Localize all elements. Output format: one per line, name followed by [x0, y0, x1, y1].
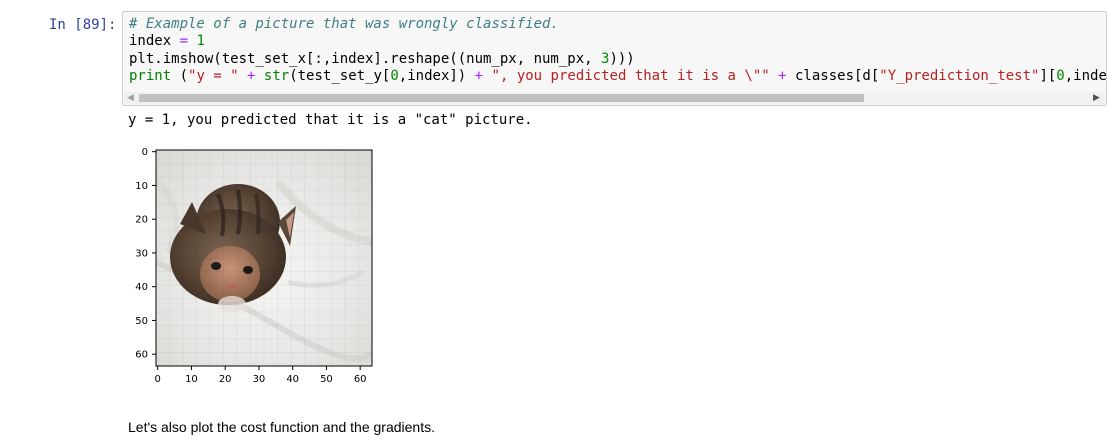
y-tick-label: 20 — [135, 215, 148, 226]
code-line[interactable]: # Example of a picture that was wrongly … — [129, 16, 1106, 33]
code-token: ,index]) — [398, 67, 475, 84]
horizontal-scrollbar[interactable]: ◀ ▶ — [124, 92, 1105, 104]
code-token: 1 — [196, 33, 205, 50]
code-token: ,inde — [1064, 67, 1107, 84]
code-token: ))) — [609, 50, 635, 67]
x-tick-label: 50 — [320, 374, 333, 385]
x-tick-label: 30 — [253, 374, 266, 385]
code-token: "Y_prediction_test" — [879, 67, 1040, 84]
x-tick-label: 0 — [155, 374, 161, 385]
x-tick-label: 40 — [286, 374, 299, 385]
markdown-cell-text: Let's also plot the cost function and th… — [128, 419, 435, 435]
x-tick-label: 60 — [354, 374, 367, 385]
y-tick-label: 10 — [135, 181, 148, 192]
code-line[interactable]: print ("y = " + str(test_set_y[0,index])… — [129, 67, 1107, 85]
notebook: In [89]: # Example of a picture that was… — [0, 0, 1120, 446]
code-token: 0 — [1056, 67, 1065, 84]
code-token: 0 — [390, 67, 399, 84]
code-token: "y = " — [188, 67, 239, 84]
x-axis: 0 10 20 30 40 50 60 — [155, 366, 367, 385]
cat-image — [156, 150, 372, 366]
scrollbar-thumb[interactable] — [139, 94, 864, 102]
y-tick-label: 40 — [135, 282, 148, 293]
code-line[interactable]: plt.imshow(test_set_x[:,index].reshape((… — [129, 50, 1106, 68]
y-tick-label: 0 — [142, 147, 148, 158]
cell-output-text: y = 1, you predicted that it is a "cat" … — [128, 112, 533, 128]
code-line[interactable]: index = 1 — [129, 33, 1106, 50]
code-block[interactable]: # Example of a picture that was wrongly … — [129, 16, 1107, 85]
code-token: plt.imshow(test_set_x[:,index].reshape((… — [129, 50, 602, 67]
code-token: + — [474, 67, 484, 84]
imshow-plot: 0 10 20 30 40 50 60 0 10 20 30 40 50 60 — [128, 142, 388, 392]
y-tick-label: 30 — [135, 248, 148, 259]
code-cell-editor[interactable]: # Example of a picture that was wrongly … — [122, 11, 1107, 106]
code-token: + — [778, 67, 787, 84]
code-token: (test_set_y[ — [289, 67, 391, 84]
code-token: print — [129, 67, 172, 84]
code-token: index — [129, 33, 180, 50]
code-token: # Example of a picture that was wrongly … — [129, 16, 559, 32]
y-tick-label: 60 — [135, 350, 148, 361]
code-token: ][ — [1039, 67, 1057, 84]
code-token: str — [263, 67, 290, 84]
input-prompt: In [89]: — [49, 17, 117, 33]
scroll-right-arrow-icon[interactable]: ▶ — [1093, 93, 1101, 103]
code-token: classes[d[ — [786, 67, 880, 84]
code-token: ( — [171, 67, 189, 84]
x-tick-label: 20 — [219, 374, 232, 385]
imshow-svg: 0 10 20 30 40 50 60 0 10 20 30 40 50 60 — [135, 147, 373, 385]
scroll-left-arrow-icon[interactable]: ◀ — [127, 93, 135, 103]
code-token: = — [179, 33, 189, 50]
y-axis: 0 10 20 30 40 50 60 — [135, 147, 156, 361]
y-tick-label: 50 — [135, 316, 148, 327]
x-tick-label: 10 — [185, 374, 198, 385]
code-token: ", you predicted that it is a \"" — [491, 67, 770, 84]
